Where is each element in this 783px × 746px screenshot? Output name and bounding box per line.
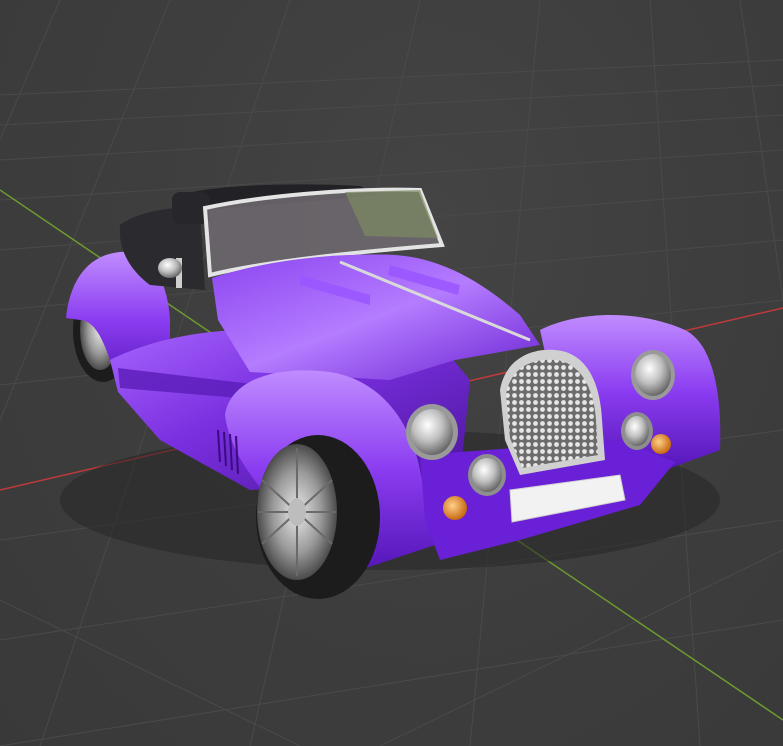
headlight-right [631,350,675,400]
roadster-car[interactable] [60,184,721,599]
front-left-wheel [256,435,380,599]
car-hood [212,254,540,380]
fog-light-right [621,412,653,450]
headlight-left [406,404,458,460]
viewport-canvas[interactable] [0,0,783,746]
3d-viewport[interactable] [0,0,783,746]
indicator-right [651,434,671,454]
indicator-left [443,496,467,520]
fog-light-left [468,454,506,496]
